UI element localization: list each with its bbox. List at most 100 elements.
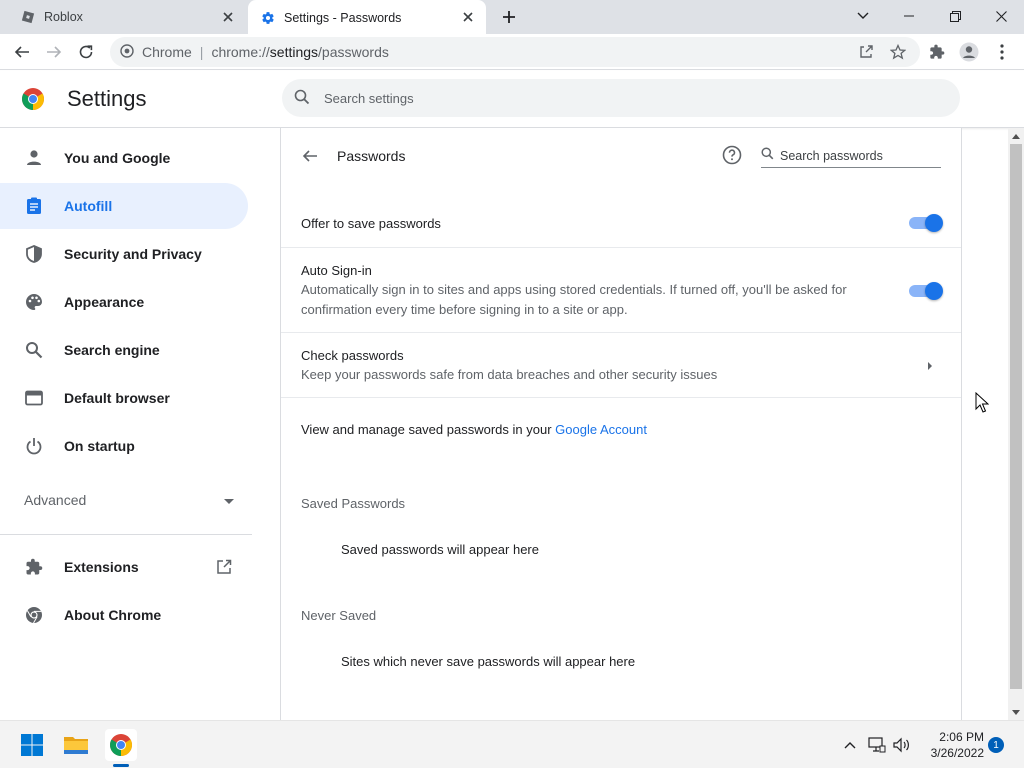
search-settings-input[interactable] xyxy=(324,90,884,106)
chrome-taskbar-icon[interactable] xyxy=(105,729,137,761)
network-icon[interactable] xyxy=(867,735,887,755)
tray-chevron-up-icon[interactable] xyxy=(840,735,860,755)
passwords-card: Passwords Offer to save passwords Auto S… xyxy=(280,128,962,720)
address-bar[interactable]: Chrome | chrome://settings/passwords xyxy=(110,37,920,67)
sidebar-item-default-browser[interactable]: Default browser xyxy=(0,375,248,421)
notification-badge[interactable]: 1 xyxy=(988,737,1004,753)
back-arrow-button[interactable] xyxy=(299,145,321,167)
tab-strip: Roblox Settings - Passwords xyxy=(0,0,1024,36)
minimize-button[interactable] xyxy=(886,0,932,32)
tab-settings[interactable]: Settings - Passwords xyxy=(248,0,486,36)
search-icon xyxy=(294,89,310,108)
page-scrollbar[interactable] xyxy=(1008,128,1024,720)
url-host: settings xyxy=(269,44,319,60)
url-text: chrome://settings/passwords xyxy=(211,44,388,60)
sidebar-item-appearance[interactable]: Appearance xyxy=(0,279,248,325)
chrome-logo-icon xyxy=(22,88,44,110)
offer-to-save-row[interactable]: Offer to save passwords xyxy=(281,198,961,248)
search-passwords-input[interactable] xyxy=(780,148,930,163)
chrome-outline-icon xyxy=(24,605,44,625)
search-icon xyxy=(761,146,774,165)
sidebar-item-label: Security and Privacy xyxy=(64,246,202,262)
clipboard-icon xyxy=(24,196,44,216)
volume-icon[interactable] xyxy=(892,735,912,755)
url-path: /passwords xyxy=(318,44,389,60)
url-prefix: chrome:// xyxy=(211,44,270,60)
sidebar-item-search-engine[interactable]: Search engine xyxy=(0,327,248,373)
roblox-icon xyxy=(20,9,36,25)
manage-passwords-row: View and manage saved passwords in your … xyxy=(281,397,961,457)
extensions-puzzle-icon[interactable] xyxy=(923,38,951,66)
bookmark-star-icon[interactable] xyxy=(887,41,909,63)
windows-start-icon[interactable] xyxy=(16,729,48,761)
search-passwords-box[interactable] xyxy=(761,144,941,168)
manage-text: View and manage saved passwords in your xyxy=(301,422,552,437)
manage-passwords-text: View and manage saved passwords in your … xyxy=(301,422,647,437)
passwords-header: Passwords xyxy=(281,128,961,184)
google-account-link[interactable]: Google Account xyxy=(555,422,647,437)
advanced-label: Advanced xyxy=(24,492,87,508)
settings-sidebar: You and Google Autofill Security and Pri… xyxy=(0,128,280,720)
back-button[interactable] xyxy=(8,38,36,66)
restore-button[interactable] xyxy=(932,0,978,32)
sidebar-item-label: Autofill xyxy=(64,198,113,214)
profile-avatar-icon[interactable] xyxy=(955,38,983,66)
close-tab-icon[interactable] xyxy=(220,9,236,25)
palette-icon xyxy=(24,292,44,312)
auto-signin-row[interactable]: Auto Sign-in Automatically sign in to si… xyxy=(281,247,961,333)
caret-down-icon xyxy=(224,492,234,508)
clock-date: 3/26/2022 xyxy=(930,746,984,760)
help-icon[interactable] xyxy=(721,144,743,166)
person-icon xyxy=(24,148,44,168)
scroll-up-arrow-icon[interactable] xyxy=(1008,128,1024,144)
sidebar-item-you-and-google[interactable]: You and Google xyxy=(0,135,248,181)
sidebar-item-label: Search engine xyxy=(64,342,160,358)
sidebar-item-security-and-privacy[interactable]: Security and Privacy xyxy=(0,231,248,277)
sidebar-item-label: On startup xyxy=(64,438,135,454)
page-title: Passwords xyxy=(337,148,406,164)
share-icon[interactable] xyxy=(855,41,877,63)
close-window-button[interactable] xyxy=(978,0,1024,32)
tab-search-button[interactable] xyxy=(840,0,886,32)
caret-right-icon xyxy=(928,362,932,370)
close-tab-icon[interactable] xyxy=(460,9,476,25)
sidebar-item-label: Appearance xyxy=(64,294,145,310)
auto-signin-toggle[interactable] xyxy=(909,282,943,300)
toggle-knob xyxy=(925,214,943,232)
clock-time: 2:06 PM xyxy=(939,730,984,744)
omnibox-separator: | xyxy=(199,44,204,60)
check-passwords-description: Keep your passwords safe from data breac… xyxy=(301,367,718,382)
sidebar-item-label: Extensions xyxy=(64,559,139,575)
windows-taskbar: 2:06 PM 3/26/2022 1 xyxy=(0,720,1024,768)
site-chip: Chrome xyxy=(142,44,192,60)
offer-to-save-label: Offer to save passwords xyxy=(301,216,441,231)
gear-icon xyxy=(260,10,276,26)
check-passwords-row[interactable]: Check passwords Keep your passwords safe… xyxy=(281,332,961,398)
sidebar-item-label: Default browser xyxy=(64,390,170,406)
settings-title: Settings xyxy=(67,86,147,111)
browser-toolbar: Chrome | chrome://settings/passwords xyxy=(0,34,1024,70)
sidebar-item-on-startup[interactable]: On startup xyxy=(0,423,248,469)
menu-kebab-icon[interactable] xyxy=(988,38,1016,66)
sidebar-item-about-chrome[interactable]: About Chrome xyxy=(0,592,248,638)
reload-button[interactable] xyxy=(72,38,100,66)
system-clock[interactable]: 2:06 PM 3/26/2022 xyxy=(918,729,984,761)
sidebar-advanced-toggle[interactable]: Advanced xyxy=(24,492,234,508)
puzzle-icon xyxy=(24,557,44,577)
forward-button[interactable] xyxy=(40,38,68,66)
never-saved-heading: Never Saved xyxy=(301,608,377,623)
toggle-knob xyxy=(925,282,943,300)
chrome-site-icon xyxy=(120,43,134,61)
power-icon xyxy=(24,436,44,456)
never-saved-empty: Sites which never save passwords will ap… xyxy=(341,654,636,669)
sidebar-item-extensions[interactable]: Extensions xyxy=(0,544,252,590)
sidebar-item-autofill[interactable]: Autofill xyxy=(0,183,248,229)
scroll-down-arrow-icon[interactable] xyxy=(1008,704,1024,720)
new-tab-button[interactable] xyxy=(498,6,520,28)
search-settings-box[interactable] xyxy=(282,79,960,117)
offer-to-save-toggle[interactable] xyxy=(909,214,943,232)
active-app-indicator xyxy=(113,764,129,767)
file-explorer-icon[interactable] xyxy=(60,729,92,761)
tab-roblox[interactable]: Roblox xyxy=(0,0,246,34)
scroll-thumb[interactable] xyxy=(1010,144,1022,689)
